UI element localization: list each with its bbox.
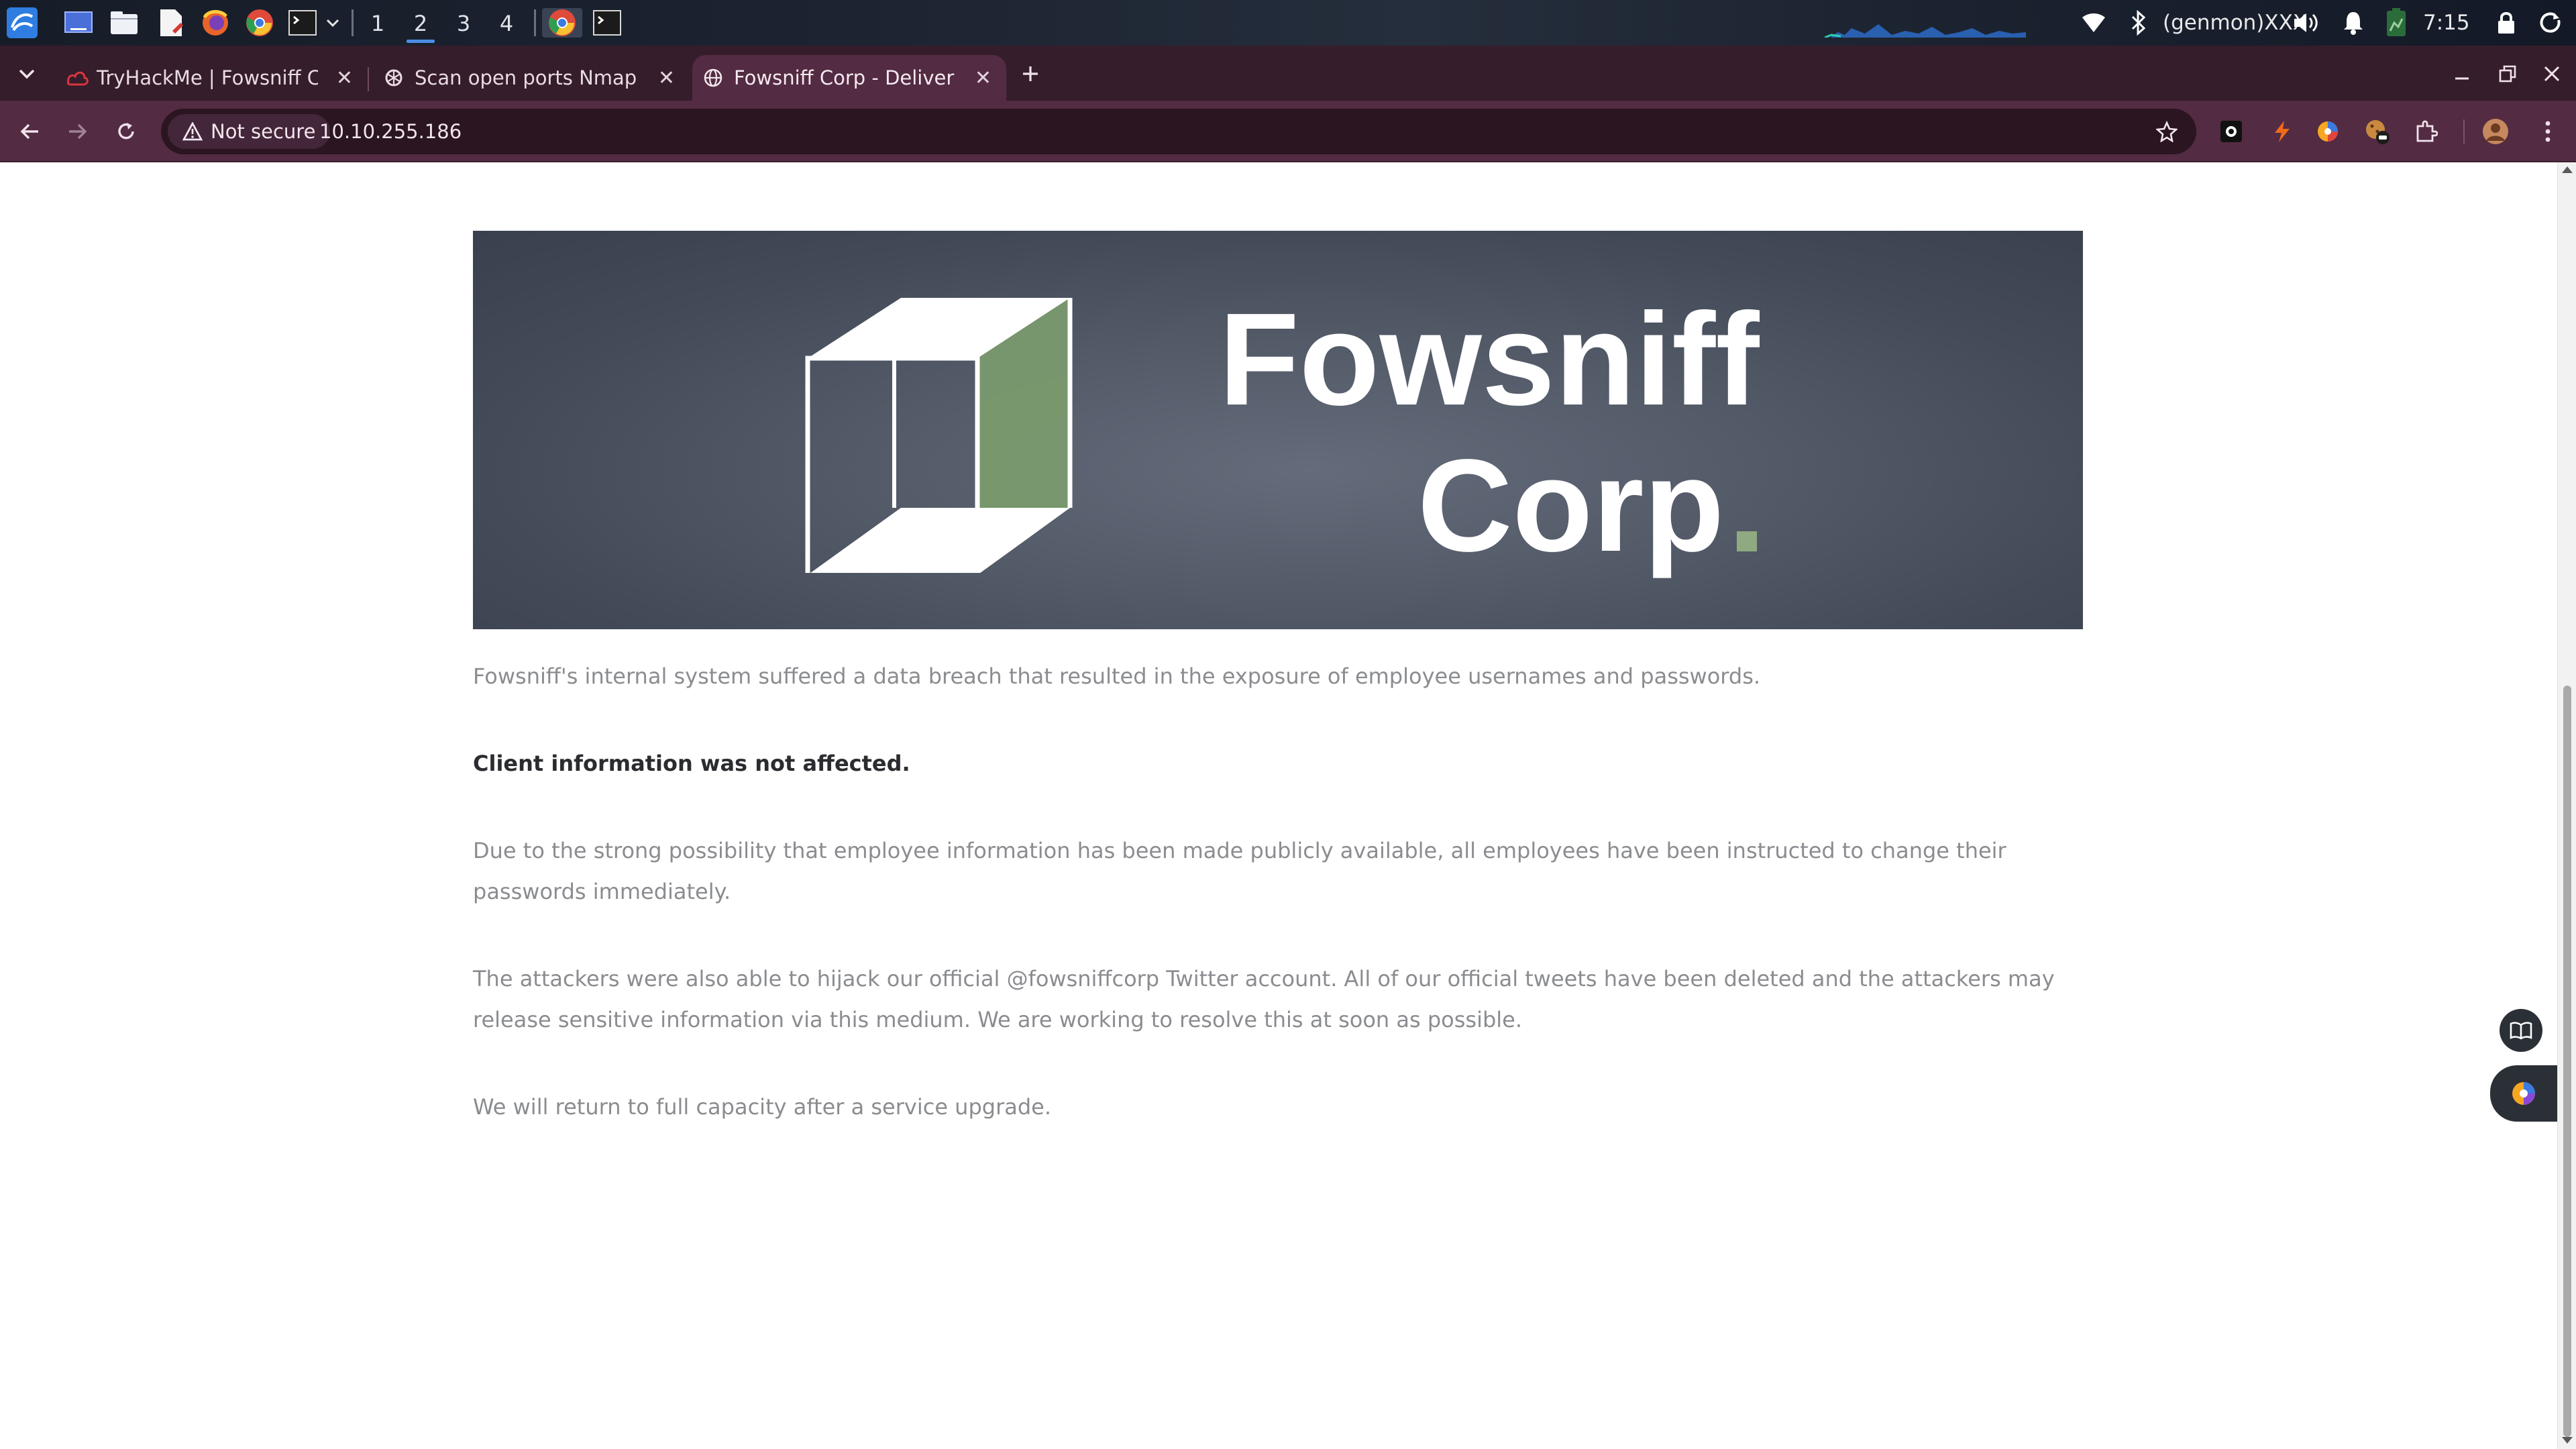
url-text[interactable]: 10.10.255.186 <box>319 109 462 154</box>
chrome-menu-icon[interactable] <box>2532 115 2564 148</box>
text-editor-icon[interactable] <box>154 8 188 38</box>
tab-separator <box>368 67 369 91</box>
chatgpt-icon <box>384 68 404 93</box>
panel-separator <box>352 9 354 36</box>
tryhackme-icon <box>66 68 89 92</box>
company-banner: Fowsniff Corp <box>473 231 2083 629</box>
workspace-1[interactable]: 1 <box>360 5 396 42</box>
extension-color-icon[interactable] <box>2312 115 2344 148</box>
app-menu-icon[interactable] <box>4 7 40 38</box>
minimize-button[interactable] <box>2446 58 2478 90</box>
tab-search-button[interactable] <box>11 58 43 90</box>
paragraph-breach: Fowsniff's internal system suffered a da… <box>473 663 1761 689</box>
cube-logo <box>805 298 1073 573</box>
page-scrollbar[interactable] <box>2557 162 2576 1449</box>
scroll-up-icon[interactable] <box>2562 166 2573 173</box>
panel-separator <box>534 9 536 36</box>
volume-icon[interactable] <box>2290 8 2322 38</box>
extension-camera-icon[interactable] <box>2215 115 2247 148</box>
banner-word-fowsniff: Fowsniff <box>1219 286 1760 433</box>
clock[interactable]: 7:15 <box>2423 9 2470 36</box>
chrome-extension-icon <box>2512 1082 2535 1105</box>
close-icon[interactable]: ✕ <box>658 66 675 90</box>
battery-icon[interactable] <box>2381 8 2411 38</box>
tab-nmap[interactable]: Scan open ports Nmap ✕ <box>372 55 690 101</box>
extension-cookie-icon[interactable] <box>2361 115 2394 148</box>
tab-title: Scan open ports Nmap <box>415 66 637 89</box>
scrollbar-thumb[interactable] <box>2563 686 2571 1437</box>
security-label: Not secure <box>211 120 316 143</box>
workspace-3[interactable]: 3 <box>445 5 482 42</box>
paragraph-service-upgrade: We will return to full capacity after a … <box>473 1094 1052 1120</box>
paragraph-password-change: Due to the strong possibility that emplo… <box>473 838 2006 904</box>
close-icon[interactable]: ✕ <box>975 66 991 90</box>
chrome-icon[interactable] <box>243 8 276 38</box>
browser-toolbar: Not secure 10.10.255.186 <box>0 101 2576 162</box>
system-load-graph <box>1825 8 2026 38</box>
close-icon[interactable]: ✕ <box>336 66 353 90</box>
wifi-icon[interactable] <box>2077 8 2110 38</box>
notification-bell-icon[interactable] <box>2339 8 2368 38</box>
tab-strip: TryHackMe | Fowsniff CT ✕ Scan open port… <box>0 46 2576 101</box>
banner-green-dot <box>1737 531 1757 551</box>
banner-word-corp: Corp <box>1417 432 1725 579</box>
bookmark-star-icon[interactable] <box>2155 120 2179 147</box>
paragraph-twitter: The attackers were also able to hijack o… <box>473 966 2055 1032</box>
toolbar-separator <box>2463 119 2465 144</box>
forward-button[interactable] <box>62 115 94 148</box>
warning-icon <box>182 122 203 141</box>
close-window-button[interactable] <box>2536 58 2568 90</box>
chevron-down-icon[interactable] <box>323 8 342 38</box>
site-info-button[interactable]: Not secure <box>168 114 331 149</box>
lock-screen-icon[interactable] <box>2493 8 2520 38</box>
extensions-puzzle-icon[interactable] <box>2410 115 2442 148</box>
tab-fowsniff[interactable]: Fowsniff Corp - Deliverin ✕ <box>692 55 1006 101</box>
power-icon[interactable] <box>2536 8 2565 38</box>
show-desktop-icon[interactable] <box>62 8 95 38</box>
workspace-2[interactable]: 2 <box>402 5 439 43</box>
chrome-window-button[interactable] <box>542 8 582 38</box>
terminal-icon[interactable] <box>286 8 319 38</box>
page-viewport: Fowsniff Corp Fowsniff's internal system… <box>0 162 2557 1449</box>
genmon-label: (genmon)XXX <box>2163 11 2308 35</box>
tab-tryhackme[interactable]: TryHackMe | Fowsniff CT ✕ <box>52 55 368 101</box>
book-icon <box>2510 1022 2532 1040</box>
globe-icon <box>703 68 723 93</box>
reading-mode-button[interactable] <box>2500 1009 2542 1052</box>
bluetooth-icon[interactable] <box>2124 8 2153 38</box>
paragraph-client-info: Client information was not affected. <box>473 751 910 776</box>
assistant-side-button[interactable] <box>2490 1065 2557 1122</box>
scroll-down-icon[interactable] <box>2562 1437 2573 1444</box>
terminal-window-button[interactable] <box>590 8 624 38</box>
profile-avatar[interactable] <box>2479 115 2512 148</box>
desktop-panel: 1 2 3 4 (genmon)XXX 7:15 <box>0 0 2576 46</box>
workspace-4[interactable]: 4 <box>488 5 525 42</box>
tab-title: Fowsniff Corp - Deliverin <box>734 66 955 89</box>
new-tab-button[interactable] <box>1014 58 1046 90</box>
restore-button[interactable] <box>2491 58 2524 90</box>
back-button[interactable] <box>13 115 46 148</box>
file-manager-icon[interactable] <box>107 8 141 38</box>
reload-button[interactable] <box>110 115 142 148</box>
address-bar[interactable]: Not secure 10.10.255.186 <box>161 109 2196 154</box>
firefox-icon[interactable] <box>199 8 232 38</box>
extension-burp-icon[interactable] <box>2266 115 2298 148</box>
tab-title: TryHackMe | Fowsniff CT <box>97 66 318 89</box>
